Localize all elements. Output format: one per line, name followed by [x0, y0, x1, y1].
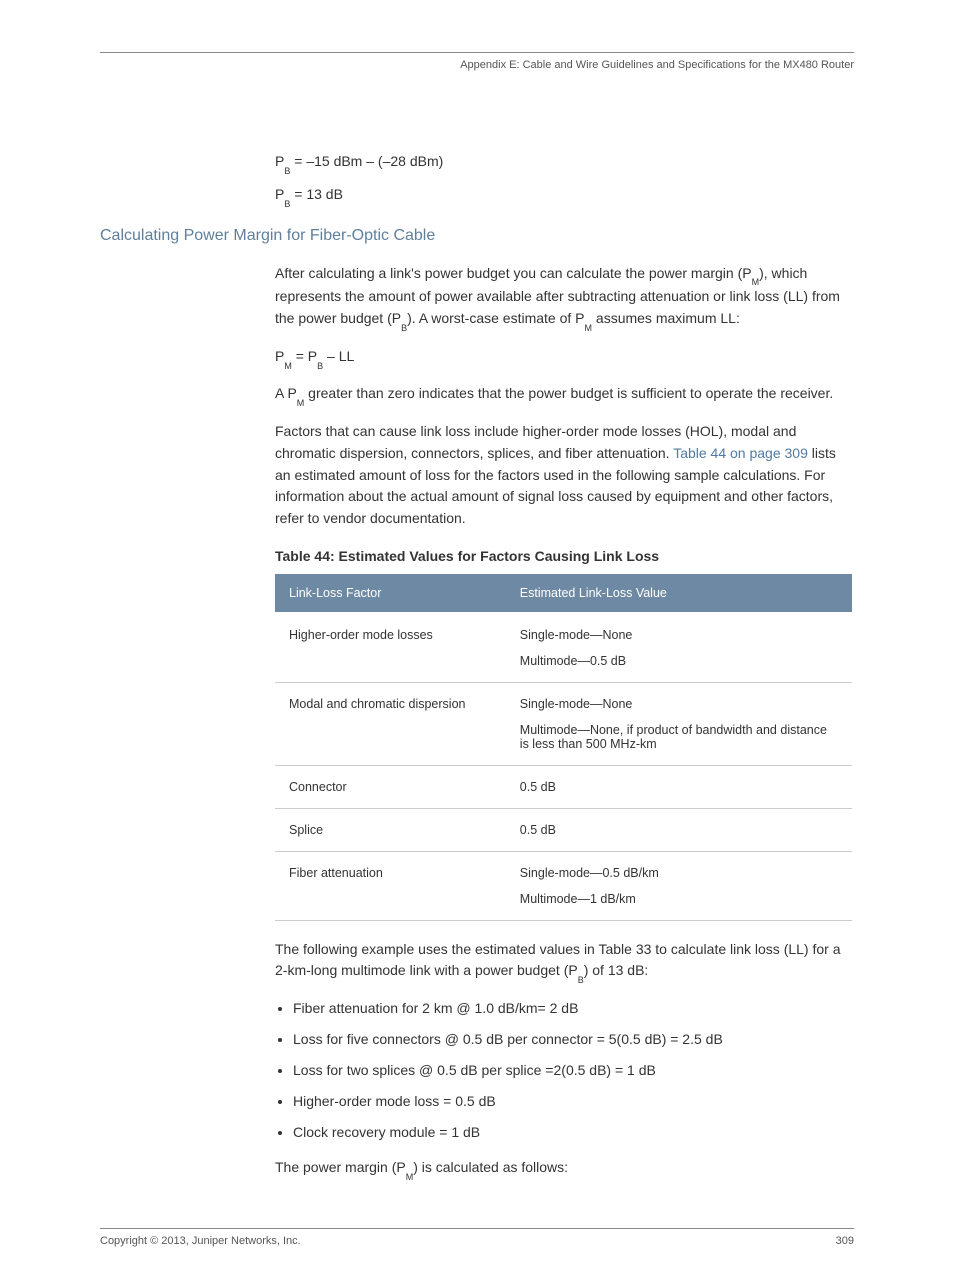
- eq-var: P: [275, 348, 284, 364]
- sub: B: [317, 361, 323, 371]
- value-line: 0.5 dB: [520, 823, 838, 837]
- table-row: Connector 0.5 dB: [275, 765, 852, 808]
- page-number: 309: [836, 1235, 854, 1247]
- sub: M: [297, 398, 305, 408]
- text: greater than zero indicates that the pow…: [304, 385, 833, 401]
- equation-block-top: PB = –15 dBm – (–28 dBm) PB = 13 dB: [275, 153, 854, 205]
- cell-factor: Higher-order mode losses: [275, 613, 506, 683]
- table-row: Fiber attenuation Single-mode—0.5 dB/km Mu…: [275, 851, 852, 920]
- list-item: Higher-order mode loss = 0.5 dB: [293, 1091, 854, 1112]
- text: The following example uses the estimated…: [275, 941, 841, 979]
- paragraph-2: A PM greater than zero indicates that th…: [275, 383, 854, 407]
- text: The power margin (P: [275, 1159, 406, 1175]
- sub: B: [578, 975, 584, 985]
- bullet-list: Fiber attenuation for 2 km @ 1.0 dB/km= …: [275, 998, 854, 1143]
- cell-factor: Fiber attenuation: [275, 851, 506, 920]
- page-content: PB = –15 dBm – (–28 dBm) PB = 13 dB Calc…: [100, 153, 854, 1181]
- value-line: Multimode—0.5 dB: [520, 654, 838, 668]
- col-header-value: Estimated Link-Loss Value: [506, 574, 852, 613]
- equation-line-2: PB = 13 dB: [275, 186, 854, 205]
- text: assumes maximum LL:: [592, 310, 740, 326]
- section-title: Calculating Power Margin for Fiber-Optic…: [100, 227, 854, 245]
- equation-line-1: PB = –15 dBm – (–28 dBm): [275, 153, 854, 172]
- list-item: Loss for five connectors @ 0.5 dB per co…: [293, 1029, 854, 1050]
- col-header-factor: Link-Loss Factor: [275, 574, 506, 613]
- table-header-row: Link-Loss Factor Estimated Link-Loss Val…: [275, 574, 852, 613]
- text: After calculating a link's power budget …: [275, 265, 752, 281]
- cell-value: 0.5 dB: [506, 808, 852, 851]
- eq-sub: B: [284, 199, 290, 209]
- eq-var: P: [275, 186, 284, 202]
- text: A P: [275, 385, 297, 401]
- table-title: Table 44: Estimated Values for Factors C…: [275, 548, 854, 564]
- value-line: Single-mode—None: [520, 697, 838, 711]
- table-row: Higher-order mode lossesSingle-mode—None…: [275, 613, 852, 683]
- table-row: Splice 0.5 dB: [275, 808, 852, 851]
- value-line: Multimode—1 dB/km: [520, 892, 838, 906]
- cell-value: Single-mode—None Multimode—None, if produ…: [506, 682, 852, 765]
- eq-rest: = –15 dBm – (–28 dBm): [290, 153, 443, 169]
- list-item: Fiber attenuation for 2 km @ 1.0 dB/km= …: [293, 998, 854, 1019]
- sub: M: [284, 361, 292, 371]
- value-line: Single-mode—0.5 dB/km: [520, 866, 838, 880]
- cross-ref-link[interactable]: Table 44 on page 309: [673, 445, 808, 461]
- eq-sub: B: [284, 166, 290, 176]
- text: ) of 13 dB:: [584, 962, 649, 978]
- cell-factor: Modal and chromatic dispersion: [275, 682, 506, 765]
- header-rule: Appendix E: Cable and Wire Guidelines an…: [100, 52, 854, 53]
- eq-post: – LL: [323, 348, 354, 364]
- closing-paragraph: The power margin (PM) is calculated as f…: [275, 1157, 854, 1181]
- cell-factor: Connector: [275, 765, 506, 808]
- value-line: Multimode—None, if product of bandwidth …: [520, 723, 838, 751]
- footer-rule: Copyright © 2013, Juniper Networks, Inc.…: [100, 1228, 854, 1247]
- cell-value: Single-mode—None Multimode—0.5 dB: [506, 613, 852, 683]
- paragraph-1: After calculating a link's power budget …: [275, 263, 854, 332]
- sub: M: [585, 323, 593, 333]
- table-row: Modal and chromatic dispersionSingle-mod…: [275, 682, 852, 765]
- eq-mid: = P: [292, 348, 317, 364]
- cell-value: 0.5 dB: [506, 765, 852, 808]
- copyright: Copyright © 2013, Juniper Networks, Inc.: [100, 1235, 301, 1247]
- text: ). A worst-case estimate of P: [407, 310, 584, 326]
- value-line: 0.5 dB: [520, 780, 838, 794]
- running-head: Appendix E: Cable and Wire Guidelines an…: [460, 59, 854, 71]
- list-item: Clock recovery module = 1 dB: [293, 1122, 854, 1143]
- equation-pm: PM = PB – LL: [275, 346, 854, 370]
- sub: M: [752, 277, 760, 287]
- cell-value: Single-mode—0.5 dB/km Multimode—1 dB/km: [506, 851, 852, 920]
- sub: B: [401, 323, 407, 333]
- sub: M: [406, 1172, 414, 1182]
- eq-var: P: [275, 153, 284, 169]
- paragraph-3: Factors that can cause link loss include…: [275, 421, 854, 529]
- value-line: Single-mode—None: [520, 628, 838, 642]
- list-item: Loss for two splices @ 0.5 dB per splice…: [293, 1060, 854, 1081]
- paragraph-after-table: The following example uses the estimated…: [275, 939, 854, 984]
- text: ) is calculated as follows:: [413, 1159, 568, 1175]
- eq-rest: = 13 dB: [290, 186, 343, 202]
- link-loss-table: Link-Loss Factor Estimated Link-Loss Val…: [275, 574, 852, 921]
- cell-factor: Splice: [275, 808, 506, 851]
